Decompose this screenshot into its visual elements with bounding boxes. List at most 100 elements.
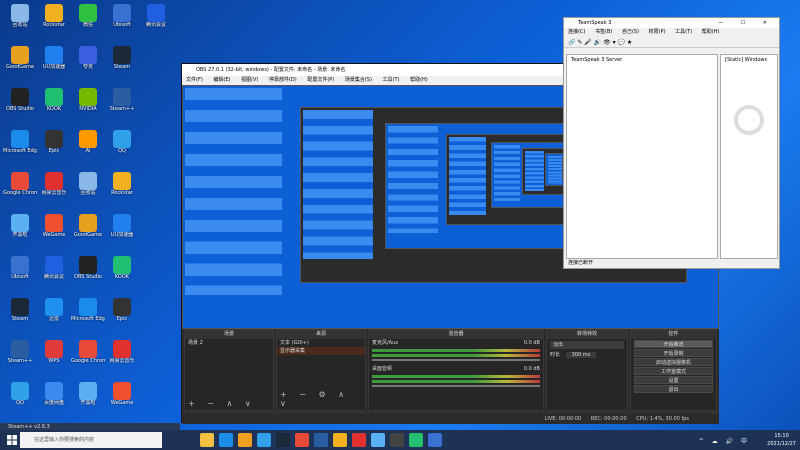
- desktop-icon[interactable]: Epic: [37, 130, 71, 155]
- menu-help[interactable]: 帮助(H): [410, 77, 428, 83]
- desktop-icon[interactable]: 回收站: [3, 4, 37, 29]
- windows-start-icon[interactable]: [7, 435, 17, 445]
- exit-button[interactable]: 退出: [634, 385, 713, 393]
- desktop-icon[interactable]: Ubisoft: [105, 4, 139, 29]
- app-icon: [45, 382, 63, 400]
- ts-menu-connect[interactable]: 连接(C): [568, 29, 585, 35]
- app-icon: [113, 46, 131, 64]
- desktop-slider[interactable]: [372, 385, 540, 387]
- desktop-icon[interactable]: Ai: [71, 130, 105, 155]
- taskbar-app-icon[interactable]: [314, 433, 328, 447]
- desktop-icon[interactable]: WeGame: [37, 214, 71, 239]
- taskbar-app-icon[interactable]: [390, 433, 404, 447]
- taskbar-app-icon[interactable]: [276, 433, 290, 447]
- menu-tools[interactable]: 工具(T): [383, 77, 400, 83]
- desktop-icon[interactable]: KOOK: [105, 256, 139, 281]
- ts-menu-bar: 连接(C) 书签(B) 自己(S) 权限(P) 工具(T) 帮助(H): [564, 28, 779, 37]
- desktop-icon[interactable]: 腾讯会议: [139, 4, 173, 29]
- desktop-icon[interactable]: Google Chrome: [3, 172, 37, 197]
- menu-file[interactable]: 文件(F): [186, 77, 203, 83]
- ts-menu-self[interactable]: 自己(S): [622, 29, 639, 35]
- taskbar-app-icon[interactable]: [257, 433, 271, 447]
- desktop-icon[interactable]: 网易云音乐: [105, 340, 139, 365]
- desktop-icon[interactable]: KOOK: [37, 88, 71, 113]
- mic-slider[interactable]: [372, 359, 540, 361]
- duration-input[interactable]: 300 ms: [565, 352, 597, 358]
- menu-view[interactable]: 视图(V): [241, 77, 258, 83]
- ts-window-controls[interactable]: — ☐ ✕: [718, 18, 775, 28]
- desktop-icon[interactable]: Google Chrome: [71, 340, 105, 365]
- source-item-text[interactable]: 文本 (GDI+): [277, 339, 365, 347]
- desktop-icon[interactable]: QQ: [3, 382, 37, 407]
- app-icon: [113, 340, 131, 358]
- taskbar-app-icon[interactable]: [428, 433, 442, 447]
- ts-title-bar[interactable]: TeamSpeak 3 — ☐ ✕: [564, 18, 779, 28]
- menu-docks[interactable]: 停靠部件(D): [269, 77, 297, 83]
- desktop-icon[interactable]: Rockstar: [105, 172, 139, 197]
- teamspeak-window[interactable]: TeamSpeak 3 — ☐ ✕ 连接(C) 书签(B) 自己(S) 权限(P…: [563, 17, 780, 269]
- desktop-icon[interactable]: Microsoft Edge: [3, 130, 37, 155]
- desktop-icon[interactable]: NVIDIA: [71, 88, 105, 113]
- desktop-icon[interactable]: GoodGame: [3, 46, 37, 71]
- source-toolbar[interactable]: + − ⚙ ∧ ∨: [280, 390, 365, 408]
- taskbar-app-icon[interactable]: [238, 433, 252, 447]
- menu-profile[interactable]: 配置文件(P): [307, 77, 334, 83]
- desktop-icon[interactable]: Steam++: [3, 340, 37, 365]
- ime-indicator[interactable]: 中: [741, 438, 750, 445]
- ts-menu-bookmarks[interactable]: 书签(B): [595, 29, 612, 35]
- ts-status: 连接已断开: [568, 260, 594, 266]
- desktop-icon-label: Steam: [113, 64, 131, 70]
- start-streaming-button[interactable]: 开始推流: [634, 340, 713, 348]
- desktop-icon[interactable]: WeGame: [105, 382, 139, 407]
- desktop-icon[interactable]: 腾讯会议: [37, 256, 71, 281]
- menu-edit[interactable]: 编辑(E): [213, 77, 230, 83]
- system-tray[interactable]: ^ ☁ 🔊 中: [699, 436, 750, 445]
- desktop-icon[interactable]: 开黑啦: [71, 382, 105, 407]
- desktop-icon[interactable]: Steam: [3, 298, 37, 323]
- desktop-icon[interactable]: 百度网盘: [37, 382, 71, 407]
- desktop-icon[interactable]: 夸克: [71, 46, 105, 71]
- desktop-icon[interactable]: 开黑啦: [3, 214, 37, 239]
- ts-menu-tools[interactable]: 工具(T): [675, 29, 692, 35]
- taskbar-app-icon[interactable]: [295, 433, 309, 447]
- desktop-icon[interactable]: 迅雷: [37, 298, 71, 323]
- ts-menu-help[interactable]: 帮助(H): [702, 29, 720, 35]
- settings-button[interactable]: 设置: [634, 376, 713, 384]
- desktop-icon-label: WPS: [48, 358, 60, 364]
- ts-menu-permissions[interactable]: 权限(P): [649, 29, 666, 35]
- desktop-icon[interactable]: Rockstar: [37, 4, 71, 29]
- ts-server-list[interactable]: TeamSpeak 3 Server: [566, 54, 718, 259]
- taskbar-app-icon[interactable]: [219, 433, 233, 447]
- desktop-icon[interactable]: Microsoft Edge: [71, 298, 105, 323]
- desktop-icon[interactable]: 网易云音乐: [37, 172, 71, 197]
- desktop-icon[interactable]: OBS Studio: [71, 256, 105, 281]
- desktop-icon[interactable]: UU加速器: [37, 46, 71, 71]
- taskbar-app-icon[interactable]: [333, 433, 347, 447]
- desktop-icon[interactable]: Steam++: [105, 88, 139, 113]
- desktop-icon[interactable]: UU加速器: [105, 214, 139, 239]
- desktop-icon[interactable]: Ubisoft: [3, 256, 37, 281]
- transition-select[interactable]: 淡出: [550, 341, 624, 349]
- studio-mode-button[interactable]: 工作室模式: [634, 367, 713, 375]
- taskbar-app-icon[interactable]: [371, 433, 385, 447]
- desktop-icon[interactable]: Epic: [105, 298, 139, 323]
- taskbar-app-icon[interactable]: [200, 433, 214, 447]
- desktop-icon[interactable]: QQ: [105, 130, 139, 155]
- taskbar-search-input[interactable]: 在这里输入你要搜索的内容: [20, 432, 162, 448]
- scene-item[interactable]: 场景 2: [185, 339, 273, 347]
- scene-toolbar[interactable]: + − ∧ ∨: [188, 399, 256, 408]
- clock[interactable]: 15:10 2021/12/27: [767, 432, 796, 448]
- menu-scene-collection[interactable]: 场景集合(S): [345, 77, 372, 83]
- desktop-icon[interactable]: 微信: [71, 4, 105, 29]
- desktop-icon[interactable]: 回收站: [71, 172, 105, 197]
- taskbar-app-icon[interactable]: [352, 433, 366, 447]
- ts-toolbar[interactable]: 🔗 ✎ 🎤 🔊 👁 ▾ 💬 ★: [564, 37, 779, 48]
- taskbar-app-icon[interactable]: [409, 433, 423, 447]
- desktop-icon[interactable]: OBS Studio: [3, 88, 37, 113]
- start-recording-button[interactable]: 开始录制: [634, 349, 713, 357]
- virtual-camera-button[interactable]: 启动虚拟摄像机: [634, 358, 713, 366]
- desktop-icon[interactable]: GoodGame: [71, 214, 105, 239]
- source-item-display[interactable]: 显示器采集: [277, 347, 365, 355]
- desktop-icon[interactable]: Steam: [105, 46, 139, 71]
- desktop-icon[interactable]: WPS: [37, 340, 71, 365]
